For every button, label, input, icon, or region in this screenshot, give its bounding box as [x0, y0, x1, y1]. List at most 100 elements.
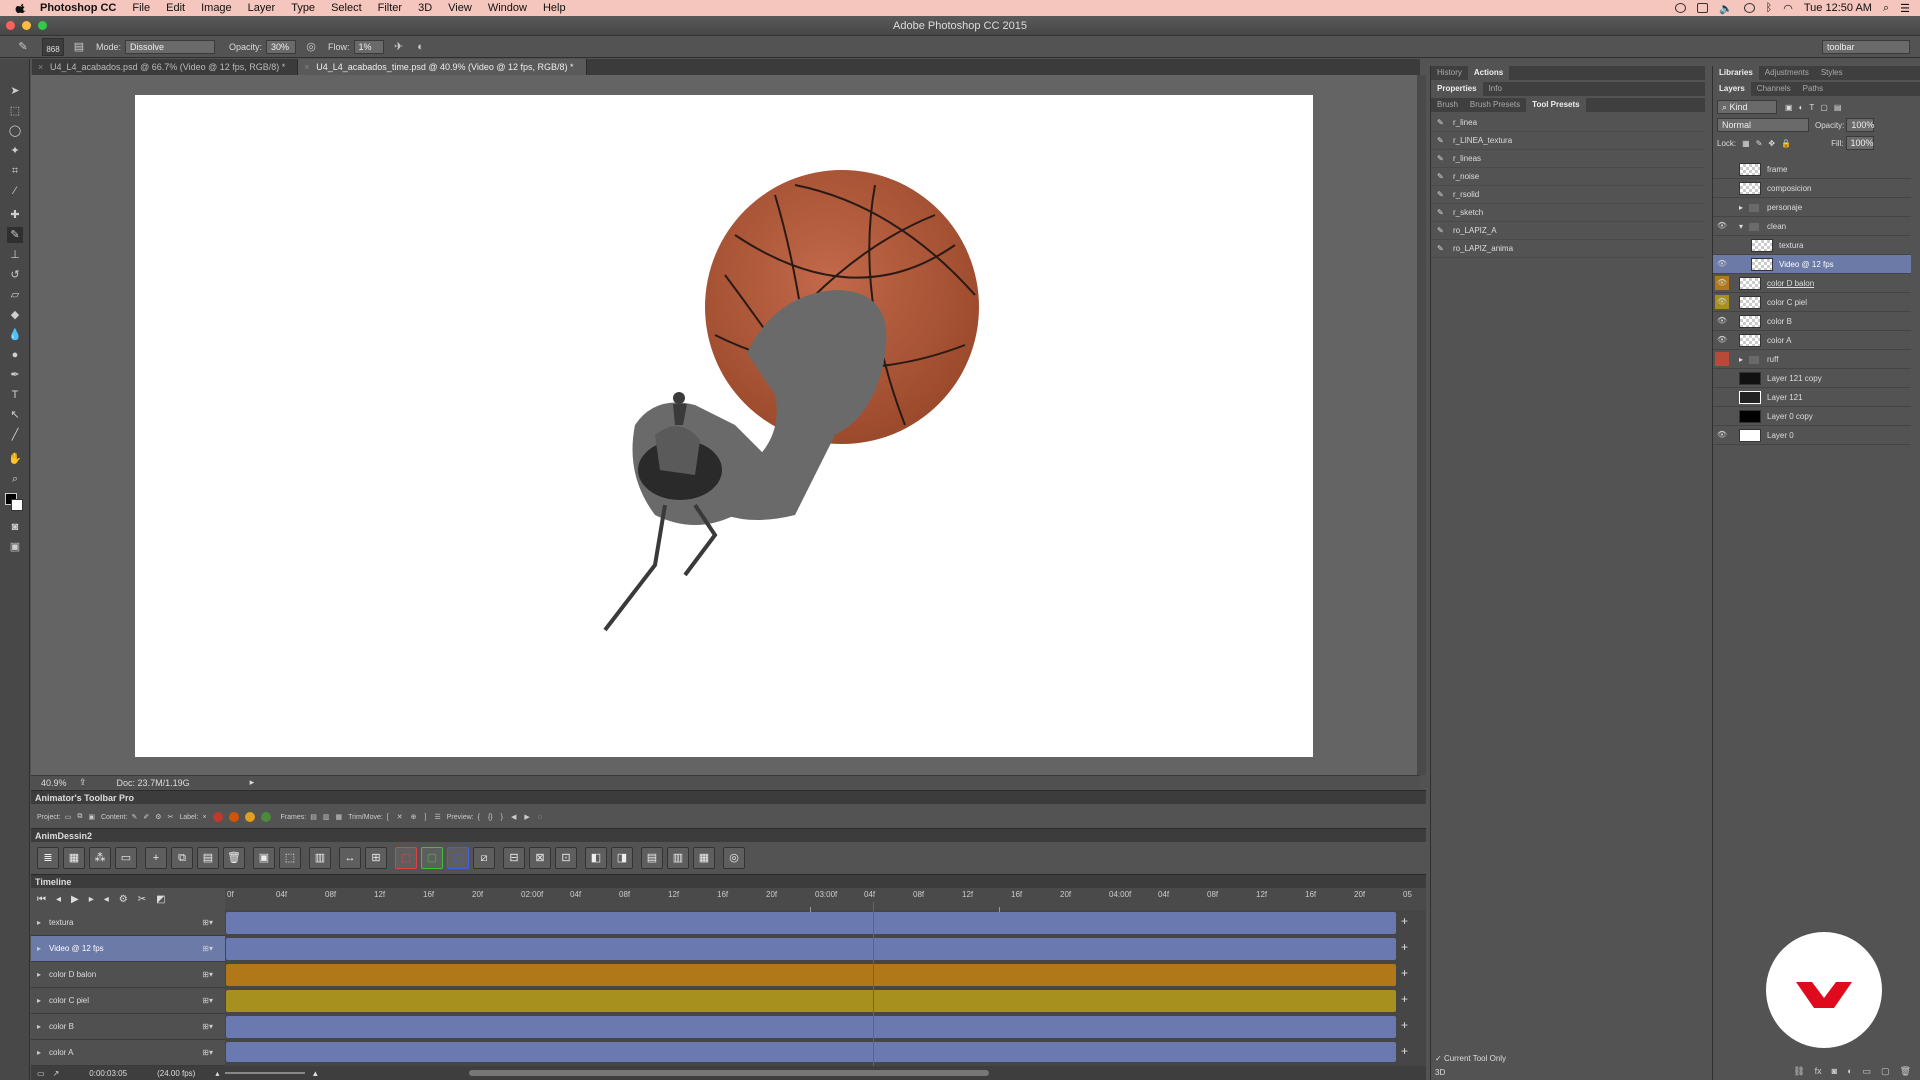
- layer-row[interactable]: Layer 0 copy: [1713, 407, 1911, 426]
- visibility-toggle[interactable]: [1715, 238, 1729, 252]
- label-color-green[interactable]: [260, 812, 271, 822]
- eye-icon[interactable]: 👁: [1715, 219, 1729, 233]
- zoom-tool-icon[interactable]: ⌕: [7, 471, 23, 487]
- visibility-toggle[interactable]: [1715, 181, 1729, 195]
- playhead[interactable]: [873, 902, 874, 1080]
- lock-position-icon[interactable]: ✥: [1768, 139, 1775, 148]
- ad-tool-h-icon[interactable]: ▦: [693, 847, 715, 869]
- ad-tool-d-icon[interactable]: ◧: [585, 847, 607, 869]
- tab-layers[interactable]: Layers: [1713, 82, 1751, 96]
- add-media-icon[interactable]: +: [1401, 914, 1408, 928]
- 3d-tab[interactable]: 3D: [1435, 1068, 1445, 1077]
- expand-icon[interactable]: ▸: [37, 936, 41, 962]
- eye-icon[interactable]: 👁: [1715, 314, 1729, 328]
- ad-layers-icon[interactable]: ≣: [37, 847, 59, 869]
- delete-layer-icon[interactable]: 🗑: [1900, 1066, 1911, 1080]
- menu-app[interactable]: Photoshop CC: [40, 2, 116, 14]
- tab-libraries[interactable]: Libraries: [1713, 66, 1759, 80]
- add-media-icon[interactable]: +: [1401, 966, 1408, 980]
- track-menu-icon[interactable]: ⊞▾: [202, 936, 213, 962]
- ad-delete-frame-icon[interactable]: 🗑: [223, 847, 245, 869]
- preview-prev-icon[interactable]: ◀: [511, 813, 516, 821]
- filter-smart-icon[interactable]: ▤: [1834, 103, 1842, 112]
- tab-adjustments[interactable]: Adjustments: [1759, 66, 1815, 80]
- ad-copy-frame-icon[interactable]: ⧉: [171, 847, 193, 869]
- frames-tool-1-icon[interactable]: ▤: [310, 813, 317, 821]
- visibility-toggle[interactable]: [1715, 371, 1729, 385]
- preview-onion-icon[interactable]: ◌: [538, 814, 542, 821]
- eye-icon[interactable]: 👁: [1715, 276, 1729, 290]
- layer-group-row[interactable]: 👁 ▾ clean: [1713, 217, 1911, 236]
- content-tool-2-icon[interactable]: ✐: [143, 813, 149, 821]
- kind-filter-select[interactable]: ⌕ Kind: [1717, 100, 1777, 114]
- doc-tab-1[interactable]: × U4_L4_acabados.psd @ 66.7% (Video @ 12 …: [32, 59, 299, 75]
- track-label-color-b[interactable]: ▸ color B ⊞▾: [31, 1014, 225, 1040]
- layer-row[interactable]: Layer 121 copy: [1713, 369, 1911, 388]
- timeline-hscroll[interactable]: [469, 1070, 990, 1076]
- ad-red-channel-icon[interactable]: ▢: [395, 847, 417, 869]
- new-doc-icon[interactable]: ▭: [65, 813, 72, 821]
- expand-icon[interactable]: ▸: [37, 988, 41, 1014]
- stamp-tool-icon[interactable]: ⊥: [7, 247, 23, 263]
- trim-cut-icon[interactable]: ✕: [397, 813, 403, 821]
- new-layer-icon[interactable]: ▢: [1881, 1066, 1890, 1080]
- marquee-tool-icon[interactable]: ⬚: [7, 103, 23, 119]
- time-machine-icon[interactable]: [1743, 3, 1755, 13]
- layer-row[interactable]: 👁 Layer 0: [1713, 426, 1911, 445]
- visibility-toggle[interactable]: [1715, 390, 1729, 404]
- lasso-tool-icon[interactable]: ◯: [7, 123, 23, 139]
- track-label-color-c-piel[interactable]: ▸ color C piel ⊞▾: [31, 988, 225, 1014]
- save-icon[interactable]: ▣: [88, 813, 95, 821]
- prev-frame-icon[interactable]: ◂: [56, 894, 61, 905]
- visibility-toggle[interactable]: [1715, 352, 1729, 366]
- ad-tool-b-icon[interactable]: ⊠: [529, 847, 551, 869]
- canvas-area[interactable]: [31, 75, 1420, 775]
- track-menu-icon[interactable]: ⊞▾: [202, 962, 213, 988]
- filter-type-icon[interactable]: T: [1809, 103, 1814, 112]
- layer-row[interactable]: composicion: [1713, 179, 1911, 198]
- brush-panel-icon[interactable]: ▤: [72, 40, 86, 54]
- ad-tool-f-icon[interactable]: ▤: [641, 847, 663, 869]
- ad-frame-a-icon[interactable]: ▣: [253, 847, 275, 869]
- trim-move-icon[interactable]: ⊕: [411, 813, 417, 821]
- expand-group-icon[interactable]: ▸: [1739, 350, 1743, 369]
- ad-frame-b-icon[interactable]: ⬚: [279, 847, 301, 869]
- tab-history[interactable]: History: [1431, 66, 1468, 80]
- pressure-size-icon[interactable]: ◐: [414, 40, 428, 54]
- zoom-level[interactable]: 40.9%: [41, 778, 71, 788]
- preset-item[interactable]: ✎ r_linea: [1431, 114, 1705, 132]
- layer-row[interactable]: 👁 color D balon: [1713, 274, 1911, 293]
- track-menu-icon[interactable]: ⊞▾: [202, 1014, 213, 1040]
- crop-tool-icon[interactable]: ⌗: [7, 163, 23, 179]
- zoom-in-icon[interactable]: ▲: [311, 1069, 319, 1078]
- audio-icon[interactable]: ◂: [104, 894, 109, 905]
- menu-select[interactable]: Select: [331, 2, 362, 14]
- menu-type[interactable]: Type: [291, 2, 315, 14]
- track-clip-color-c-piel[interactable]: [226, 990, 1396, 1012]
- lock-pixels-icon[interactable]: ✎: [1756, 139, 1763, 148]
- clock[interactable]: Tue 12:50 AM: [1804, 2, 1872, 14]
- render-icon[interactable]: ↗: [53, 1069, 60, 1078]
- volume-icon[interactable]: 🔈: [1719, 2, 1733, 15]
- content-tool-3-icon[interactable]: ⚙: [155, 813, 161, 821]
- preset-item[interactable]: ✎ r_LINEA_textura: [1431, 132, 1705, 150]
- track-label-textura[interactable]: ▸ textura ⊞▾: [31, 910, 225, 936]
- ad-green-channel-icon[interactable]: ▢: [421, 847, 443, 869]
- hand-tool-icon[interactable]: ✋: [7, 451, 23, 467]
- type-tool-icon[interactable]: T: [7, 387, 23, 403]
- canvas-scrollbar[interactable]: [1417, 75, 1426, 775]
- play-icon[interactable]: ▶: [71, 894, 79, 905]
- move-tool-icon[interactable]: ➤: [7, 83, 23, 99]
- preview-range-icon[interactable]: {}: [488, 814, 493, 821]
- layer-row[interactable]: 👁 color A: [1713, 331, 1911, 350]
- preview-next-icon[interactable]: ▶: [524, 813, 529, 821]
- screen-mode-icon[interactable]: ▣: [7, 539, 23, 555]
- quick-mask-icon[interactable]: ◙: [7, 519, 23, 535]
- frames-tool-2-icon[interactable]: ▥: [323, 813, 330, 821]
- preview-end-icon[interactable]: }: [501, 814, 503, 821]
- split-icon[interactable]: ✂: [138, 894, 146, 905]
- add-media-icon[interactable]: +: [1401, 1018, 1408, 1032]
- zoom-window-icon[interactable]: [38, 21, 47, 30]
- quick-select-tool-icon[interactable]: ✦: [7, 143, 23, 159]
- line-tool-icon[interactable]: ╱: [7, 427, 23, 443]
